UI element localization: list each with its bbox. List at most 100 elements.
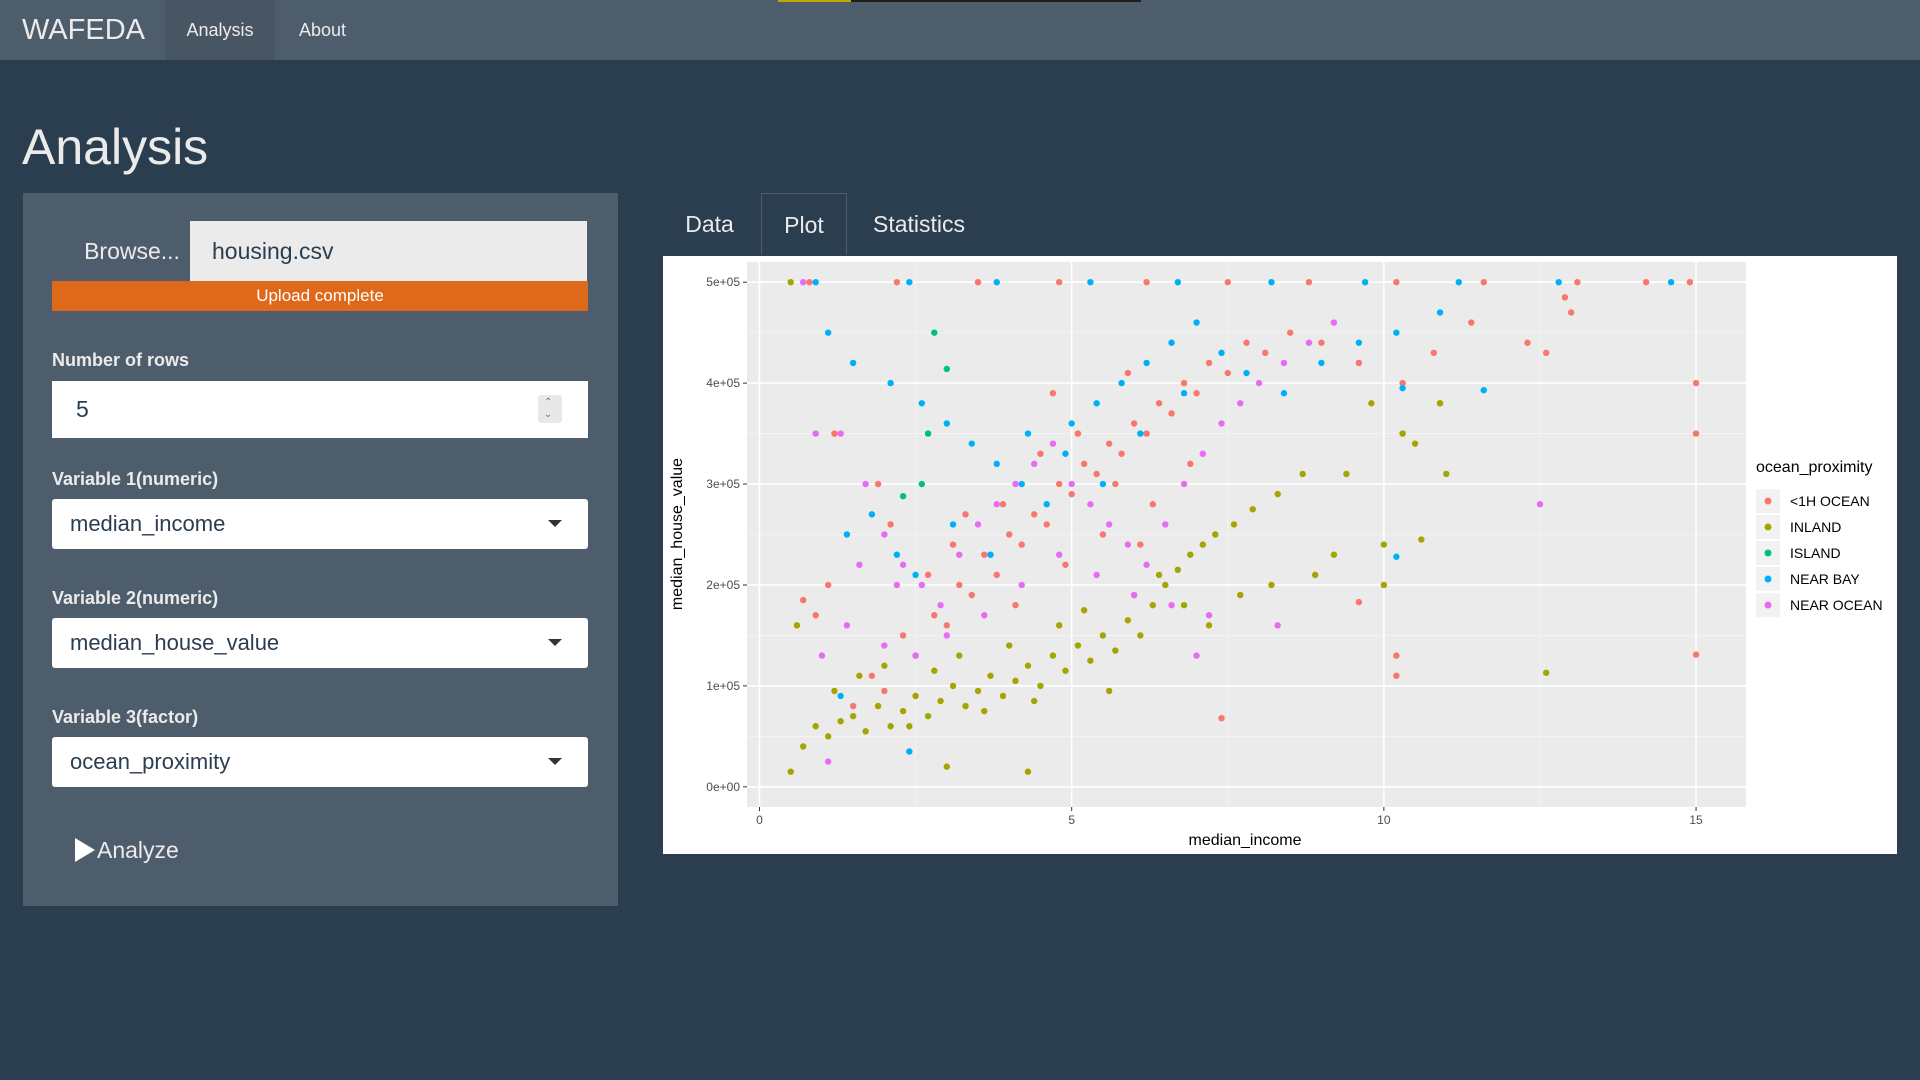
chevron-down-icon: [548, 520, 562, 527]
scatter-point: [1062, 561, 1069, 568]
scatter-point: [1143, 278, 1150, 286]
scatter-point: [1543, 349, 1550, 357]
var2-select[interactable]: median_house_value: [52, 618, 588, 668]
scatter-point: [1012, 601, 1019, 609]
browse-button[interactable]: Browse...: [52, 221, 212, 281]
scatter-point: [1012, 677, 1019, 685]
scatter-point: [1205, 359, 1213, 367]
scatter-point: [999, 692, 1007, 700]
analyze-button[interactable]: Analyze: [75, 830, 179, 870]
legend-title: ocean_proximity: [1756, 459, 1873, 476]
scatter-point: [1224, 278, 1231, 286]
scatter-point: [987, 551, 994, 558]
scatter-point: [1099, 480, 1107, 488]
scatter-point: [912, 652, 919, 659]
scatter-point: [1330, 551, 1338, 558]
scatter-point: [943, 622, 950, 629]
scatter-point: [1024, 430, 1032, 437]
scatter-point: [924, 430, 932, 437]
scatter-point: [799, 596, 807, 604]
scatter-point: [849, 359, 857, 367]
scatter-point: [1105, 521, 1113, 528]
scatter-point: [949, 521, 957, 528]
scatter-point: [956, 551, 963, 558]
spinner-down-icon[interactable]: ⌄: [544, 410, 552, 420]
scatter-point: [1399, 384, 1406, 392]
brand-logo[interactable]: WAFEDA: [22, 0, 145, 60]
var3-value: ocean_proximity: [70, 749, 231, 774]
nav-about[interactable]: About: [275, 0, 370, 60]
scatter-point: [1105, 687, 1113, 695]
scatter-point: [1299, 470, 1306, 478]
chevron-down-icon: [548, 639, 562, 646]
scatter-point: [837, 430, 844, 437]
scatter-point: [887, 723, 894, 730]
rows-spinner[interactable]: ⌃ ⌄: [538, 395, 562, 423]
plot-panel: 0 5 10 15 0e+00 1e+05 2e+05 3e+05 4e+05 5e+05 med…: [663, 256, 1897, 854]
scatter-point: [856, 672, 863, 679]
scatter-point: [993, 460, 1000, 468]
scatter-point: [918, 581, 926, 589]
scatter-point: [918, 480, 926, 488]
scatter-point: [912, 571, 919, 579]
plot-legend: ocean_proximity <1H OCEAN INLAND ISLAND NEA…: [1756, 459, 1883, 617]
y-tick-label: 0e+00: [706, 780, 740, 794]
scatter-point: [887, 521, 894, 528]
scatter-point: [868, 672, 876, 679]
spinner-up-icon[interactable]: ⌃: [544, 398, 552, 408]
scatter-point: [943, 763, 950, 770]
scatter-point: [1043, 501, 1050, 508]
scatter-point: [1305, 278, 1313, 286]
scatter-point: [1124, 541, 1132, 548]
scatter-point: [1037, 450, 1044, 457]
scatter-point: [1049, 652, 1057, 659]
tab-data[interactable]: Data: [663, 193, 756, 255]
tab-plot[interactable]: Plot: [761, 193, 847, 255]
scatter-point: [1012, 480, 1019, 488]
legend-key: [1764, 497, 1772, 505]
scatter-point: [1199, 541, 1206, 548]
legend-label: ISLAND: [1790, 545, 1841, 561]
y-tick-label: 3e+05: [706, 477, 740, 491]
rows-input[interactable]: 5 ⌃ ⌄: [52, 381, 588, 438]
scatter-point: [874, 702, 882, 710]
scatter-point: [1274, 622, 1281, 629]
scatter-point: [1062, 450, 1069, 457]
scatter-point: [862, 728, 869, 735]
scatter-point: [818, 652, 826, 659]
nav-analysis[interactable]: Analysis: [165, 0, 275, 60]
scatter-point: [1237, 591, 1244, 599]
scatter-point: [943, 632, 950, 639]
var3-select[interactable]: ocean_proximity: [52, 737, 588, 787]
scatter-point: [1162, 521, 1169, 528]
scatter-point: [1130, 591, 1138, 599]
scatter-point: [1031, 460, 1038, 468]
scatter-point: [1543, 669, 1550, 676]
scatter-point: [1224, 369, 1231, 377]
x-axis-label: median_income: [1189, 832, 1302, 849]
scatter-point: [1249, 506, 1256, 513]
scatter-point: [1218, 349, 1225, 357]
sidebar-panel: Browse... housing.csv Upload complete Nu…: [23, 193, 618, 906]
scatter-point: [974, 521, 982, 528]
var1-label: Variable 1(numeric): [52, 469, 219, 489]
tab-statistics[interactable]: Statistics: [853, 193, 985, 255]
scatter-point: [906, 748, 913, 755]
scatter-point: [1037, 682, 1044, 690]
scatter-point: [1143, 561, 1150, 568]
scatter-point: [1355, 598, 1363, 606]
scatter-point: [1143, 430, 1150, 437]
scatter-point: [1055, 480, 1063, 488]
scatter-point: [943, 365, 950, 373]
scatter-point: [1393, 652, 1400, 659]
scatter-point: [937, 697, 944, 705]
scatter-point: [1212, 531, 1219, 538]
scatter-point: [1093, 470, 1100, 478]
scatter-point: [837, 692, 844, 700]
scatter-point: [1168, 410, 1175, 417]
scatter-point: [1087, 657, 1094, 664]
var1-select[interactable]: median_income: [52, 499, 588, 549]
scatter-point: [1087, 501, 1094, 508]
scatter-point: [937, 601, 944, 609]
file-name-field[interactable]: housing.csv: [190, 221, 587, 281]
